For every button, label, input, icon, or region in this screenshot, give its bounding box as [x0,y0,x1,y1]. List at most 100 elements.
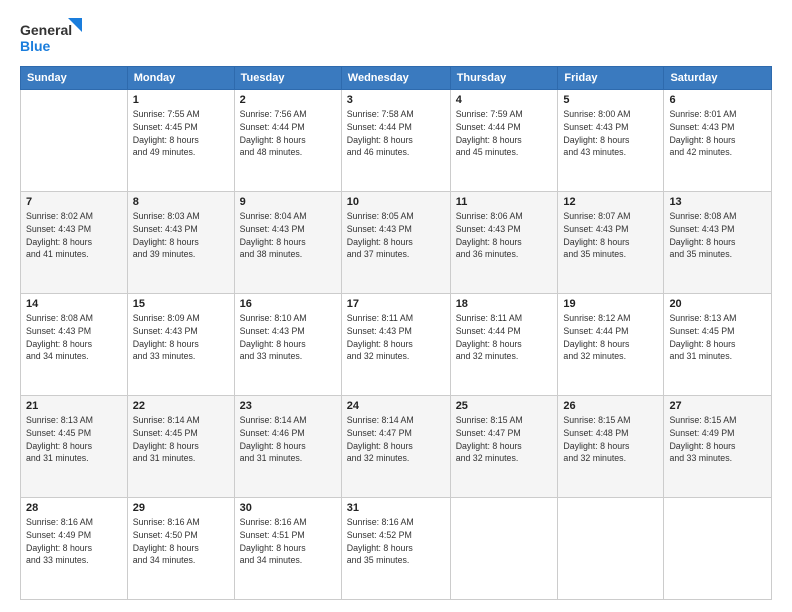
calendar-cell: 24 Sunrise: 8:14 AM Sunset: 4:47 PM Dayli… [341,396,450,498]
day-number: 24 [347,400,445,412]
day-info: Sunrise: 8:09 AM Sunset: 4:43 PM Dayligh… [133,312,229,363]
day-number: 12 [563,196,658,208]
weekday-header: Monday [127,67,234,90]
day-number: 9 [240,196,336,208]
calendar-body: 1 Sunrise: 7:55 AM Sunset: 4:45 PM Daylig… [21,90,772,600]
weekday-header: Friday [558,67,664,90]
day-info: Sunrise: 8:10 AM Sunset: 4:43 PM Dayligh… [240,312,336,363]
day-number: 31 [347,502,445,514]
calendar-cell: 15Sunrise: 8:09 AM Sunset: 4:43 PM Dayli… [127,294,234,396]
day-info: Sunrise: 8:05 AM Sunset: 4:43 PM Dayligh… [347,210,445,261]
day-number: 21 [26,400,122,412]
calendar-page: GeneralBlue SundayMondayTuesdayWednesday… [0,0,792,612]
calendar-cell [450,498,558,600]
weekday-header: Saturday [664,67,772,90]
day-number: 16 [240,298,336,310]
logo: GeneralBlue [20,18,82,56]
day-number: 2 [240,94,336,106]
day-number: 3 [347,94,445,106]
weekday-header: Wednesday [341,67,450,90]
calendar-cell: 2 Sunrise: 7:56 AM Sunset: 4:44 PM Daylig… [234,90,341,192]
calendar-cell: 7Sunrise: 8:02 AM Sunset: 4:43 PM Daylig… [21,192,128,294]
day-info: Sunrise: 8:06 AM Sunset: 4:43 PM Dayligh… [456,210,553,261]
day-number: 29 [133,502,229,514]
day-number: 10 [347,196,445,208]
calendar-week-row: 21 Sunrise: 8:13 AM Sunset: 4:45 PM Dayli… [21,396,772,498]
calendar-cell: 8 Sunrise: 8:03 AM Sunset: 4:43 PM Daylig… [127,192,234,294]
day-number: 11 [456,196,553,208]
day-info: Sunrise: 8:15 AM Sunset: 4:48 PM Dayligh… [563,414,658,465]
calendar-cell: 17 Sunrise: 8:11 AM Sunset: 4:43 PM Dayli… [341,294,450,396]
calendar-cell: 12 Sunrise: 8:07 AM Sunset: 4:43 PM Dayli… [558,192,664,294]
calendar-cell [664,498,772,600]
calendar-cell: 13 Sunrise: 8:08 AM Sunset: 4:43 PM Dayli… [664,192,772,294]
day-info: Sunrise: 8:01 AM Sunset: 4:43 PM Dayligh… [669,108,766,159]
day-number: 18 [456,298,553,310]
calendar-cell: 10 Sunrise: 8:05 AM Sunset: 4:43 PM Dayli… [341,192,450,294]
day-info: Sunrise: 8:07 AM Sunset: 4:43 PM Dayligh… [563,210,658,261]
weekday-header: Thursday [450,67,558,90]
day-info: Sunrise: 8:08 AM Sunset: 4:43 PM Dayligh… [26,312,122,363]
calendar-cell: 3 Sunrise: 7:58 AM Sunset: 4:44 PM Daylig… [341,90,450,192]
calendar-cell: 29Sunrise: 8:16 AM Sunset: 4:50 PM Dayli… [127,498,234,600]
calendar-cell: 20Sunrise: 8:13 AM Sunset: 4:45 PM Dayli… [664,294,772,396]
svg-text:Blue: Blue [20,38,51,54]
day-number: 26 [563,400,658,412]
day-number: 13 [669,196,766,208]
day-number: 30 [240,502,336,514]
day-number: 23 [240,400,336,412]
day-number: 19 [563,298,658,310]
calendar-cell: 22Sunrise: 8:14 AM Sunset: 4:45 PM Dayli… [127,396,234,498]
day-info: Sunrise: 7:55 AM Sunset: 4:45 PM Dayligh… [133,108,229,159]
header: GeneralBlue [20,18,772,56]
day-info: Sunrise: 8:11 AM Sunset: 4:44 PM Dayligh… [456,312,553,363]
day-info: Sunrise: 8:16 AM Sunset: 4:51 PM Dayligh… [240,516,336,567]
day-info: Sunrise: 8:14 AM Sunset: 4:45 PM Dayligh… [133,414,229,465]
day-info: Sunrise: 8:15 AM Sunset: 4:47 PM Dayligh… [456,414,553,465]
calendar-week-row: 1 Sunrise: 7:55 AM Sunset: 4:45 PM Daylig… [21,90,772,192]
day-number: 17 [347,298,445,310]
calendar-header-row: SundayMondayTuesdayWednesdayThursdayFrid… [21,67,772,90]
svg-text:General: General [20,22,72,38]
day-info: Sunrise: 8:15 AM Sunset: 4:49 PM Dayligh… [669,414,766,465]
weekday-header: Tuesday [234,67,341,90]
day-info: Sunrise: 8:11 AM Sunset: 4:43 PM Dayligh… [347,312,445,363]
calendar-cell: 6Sunrise: 8:01 AM Sunset: 4:43 PM Daylig… [664,90,772,192]
day-info: Sunrise: 8:14 AM Sunset: 4:46 PM Dayligh… [240,414,336,465]
day-info: Sunrise: 8:08 AM Sunset: 4:43 PM Dayligh… [669,210,766,261]
day-info: Sunrise: 8:13 AM Sunset: 4:45 PM Dayligh… [26,414,122,465]
calendar-cell: 25 Sunrise: 8:15 AM Sunset: 4:47 PM Dayli… [450,396,558,498]
calendar-cell: 1 Sunrise: 7:55 AM Sunset: 4:45 PM Daylig… [127,90,234,192]
day-info: Sunrise: 7:58 AM Sunset: 4:44 PM Dayligh… [347,108,445,159]
calendar-week-row: 7Sunrise: 8:02 AM Sunset: 4:43 PM Daylig… [21,192,772,294]
calendar-cell: 19Sunrise: 8:12 AM Sunset: 4:44 PM Dayli… [558,294,664,396]
day-number: 1 [133,94,229,106]
calendar-cell: 28 Sunrise: 8:16 AM Sunset: 4:49 PM Dayli… [21,498,128,600]
day-number: 25 [456,400,553,412]
calendar-cell: 18 Sunrise: 8:11 AM Sunset: 4:44 PM Dayli… [450,294,558,396]
day-number: 7 [26,196,122,208]
calendar-table: SundayMondayTuesdayWednesdayThursdayFrid… [20,66,772,600]
weekday-header: Sunday [21,67,128,90]
calendar-week-row: 14 Sunrise: 8:08 AM Sunset: 4:43 PM Dayli… [21,294,772,396]
calendar-cell: 21 Sunrise: 8:13 AM Sunset: 4:45 PM Dayli… [21,396,128,498]
day-number: 20 [669,298,766,310]
day-info: Sunrise: 8:16 AM Sunset: 4:52 PM Dayligh… [347,516,445,567]
day-number: 14 [26,298,122,310]
calendar-cell: 16 Sunrise: 8:10 AM Sunset: 4:43 PM Dayli… [234,294,341,396]
calendar-week-row: 28 Sunrise: 8:16 AM Sunset: 4:49 PM Dayli… [21,498,772,600]
calendar-cell: 5Sunrise: 8:00 AM Sunset: 4:43 PM Daylig… [558,90,664,192]
calendar-cell: 26 Sunrise: 8:15 AM Sunset: 4:48 PM Dayli… [558,396,664,498]
day-info: Sunrise: 8:16 AM Sunset: 4:49 PM Dayligh… [26,516,122,567]
day-number: 8 [133,196,229,208]
calendar-cell: 4Sunrise: 7:59 AM Sunset: 4:44 PM Daylig… [450,90,558,192]
day-info: Sunrise: 8:14 AM Sunset: 4:47 PM Dayligh… [347,414,445,465]
day-info: Sunrise: 7:56 AM Sunset: 4:44 PM Dayligh… [240,108,336,159]
calendar-cell: 23 Sunrise: 8:14 AM Sunset: 4:46 PM Dayli… [234,396,341,498]
day-info: Sunrise: 8:04 AM Sunset: 4:43 PM Dayligh… [240,210,336,261]
day-number: 27 [669,400,766,412]
day-number: 28 [26,502,122,514]
day-info: Sunrise: 8:03 AM Sunset: 4:43 PM Dayligh… [133,210,229,261]
calendar-cell [558,498,664,600]
calendar-cell [21,90,128,192]
